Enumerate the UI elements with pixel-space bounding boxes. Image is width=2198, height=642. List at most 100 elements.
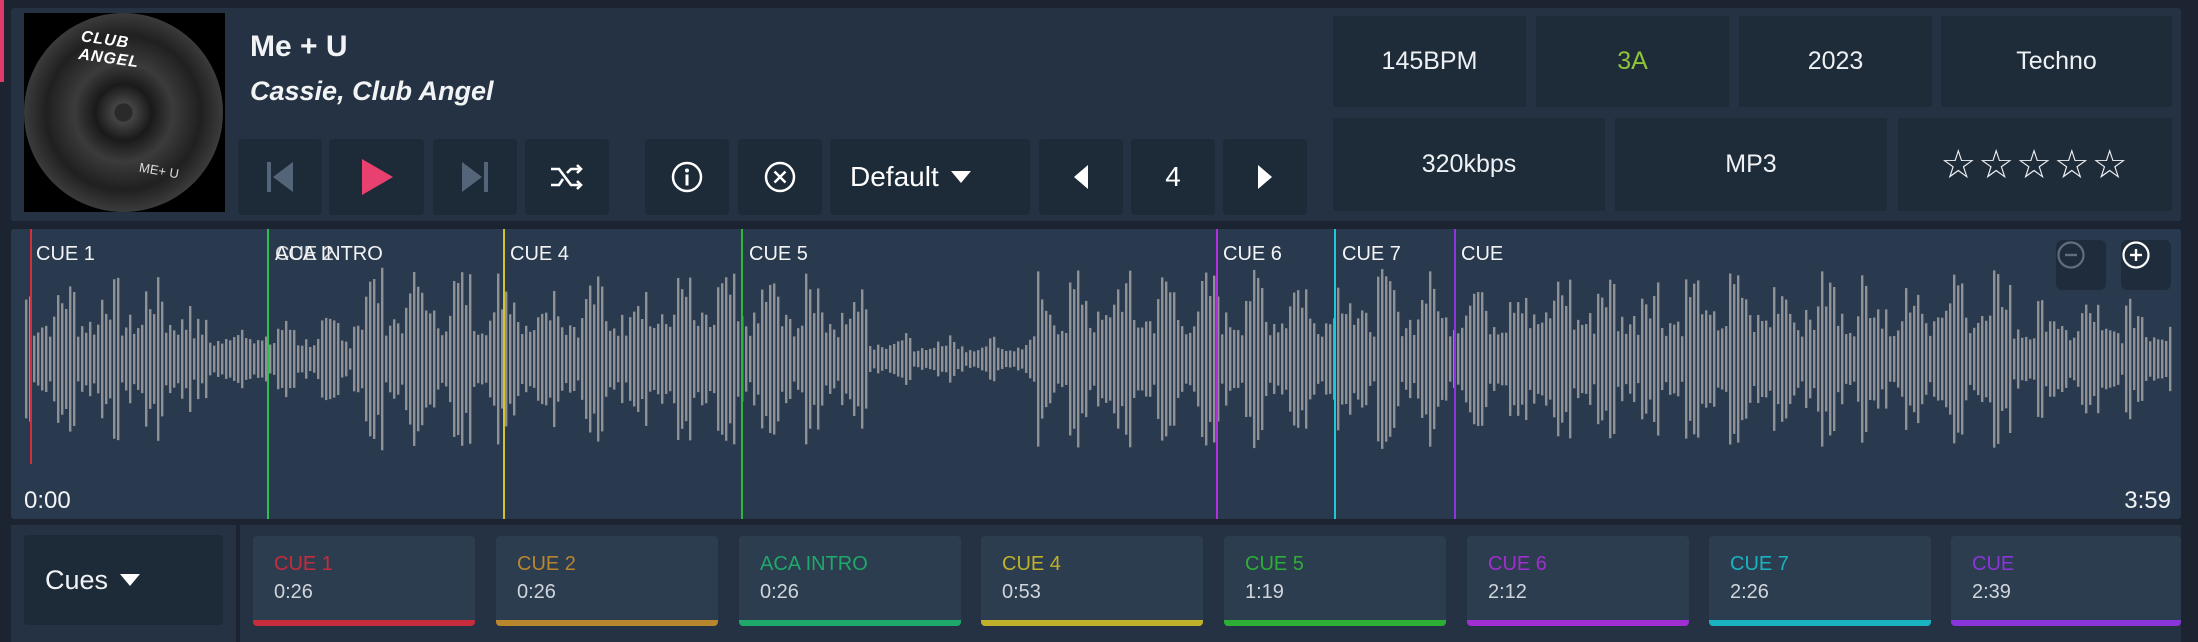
waveform-bar [657, 323, 660, 395]
waveform-bar [1417, 319, 1420, 399]
page-previous-button[interactable] [1039, 139, 1123, 215]
waveform-bar [1049, 314, 1052, 404]
waveform-bar [1517, 302, 1520, 416]
cue-card[interactable]: CUE 5 1:19 [1224, 536, 1446, 626]
waveform-bar [65, 308, 68, 410]
waveform-bar [1993, 270, 1996, 448]
waveform-bar [1309, 318, 1312, 400]
waveform-bar [2049, 321, 2052, 397]
waveform-bar [77, 336, 80, 382]
page-next-button[interactable] [1223, 139, 1307, 215]
cue-card[interactable]: ACA INTRO 0:26 [739, 536, 961, 626]
waveform-bar [1093, 332, 1096, 386]
waveform-bar [1861, 275, 1864, 443]
waveform-bar [881, 347, 884, 371]
waveform-bar [349, 348, 352, 370]
waveform-bar [1221, 334, 1224, 384]
waveform-bar [1421, 300, 1424, 418]
zoom-out-button[interactable] [2056, 240, 2106, 290]
cue-card-time: 2:12 [1488, 581, 1527, 603]
cue-marker-line[interactable] [30, 229, 32, 464]
cue-card[interactable]: CUE 2 0:26 [496, 536, 718, 626]
zoom-in-button[interactable] [2121, 240, 2171, 290]
waveform-bar [821, 312, 824, 406]
waveform-bar [957, 348, 960, 370]
cue-card[interactable]: CUE 4 0:53 [981, 536, 1203, 626]
waveform-bar [121, 335, 124, 383]
waveform-bar [673, 314, 676, 404]
waveform-display[interactable] [11, 229, 2181, 519]
profile-dropdown[interactable]: Default [830, 139, 1030, 215]
waveform-bar [797, 328, 800, 390]
cue-card[interactable]: CUE 6 2:12 [1467, 536, 1689, 626]
waveform-bar [253, 343, 256, 375]
eject-track-button[interactable] [738, 139, 822, 215]
waveform-bar [1829, 282, 1832, 436]
waveform-bar [1337, 287, 1340, 431]
waveform-panel[interactable]: CUE 1 ACA INTRO CUE 2 CUE 4 CUE 5 CUE 6 … [11, 229, 2181, 519]
waveform-bar [909, 338, 912, 380]
cue-card-name: CUE 7 [1730, 553, 1789, 575]
waveform-bar [557, 316, 560, 402]
cue-marker-line[interactable] [1454, 229, 1456, 519]
waveform-bar [181, 319, 184, 399]
cue-marker-line[interactable] [1216, 229, 1218, 519]
waveform-bar [597, 276, 600, 442]
waveform-bar [1689, 297, 1692, 421]
waveform-cue-label: CUE 5 [749, 243, 808, 265]
waveform-bar [1977, 322, 1980, 396]
chevron-left-icon [1074, 165, 1088, 189]
start-time: 0:00 [24, 487, 71, 514]
waveform-bar [2021, 337, 2024, 381]
waveform-bar [1937, 317, 1940, 401]
waveform-bar [37, 332, 40, 386]
cues-dropdown[interactable]: Cues [24, 535, 223, 625]
waveform-bar [1569, 279, 1572, 439]
cue-color-bar [1467, 620, 1689, 626]
waveform-bar [1089, 327, 1092, 391]
waveform-bar [1433, 288, 1436, 430]
waveform-bar [1025, 345, 1028, 373]
cue-marker-line[interactable] [1334, 229, 1336, 519]
rating-stars[interactable]: ☆☆☆☆☆ [1898, 118, 2172, 211]
waveform-bar [769, 284, 772, 434]
bpm-cell: 145BPM [1333, 16, 1526, 107]
profile-dropdown-label: Default [850, 161, 939, 192]
waveform-bar [1729, 273, 1732, 445]
waveform-bar [2073, 337, 2076, 381]
waveform-bar [1017, 347, 1020, 371]
waveform-bar [2153, 337, 2156, 381]
waveform-bar [1549, 318, 1552, 400]
album-artwork: CLUB ANGEL ME+ U [24, 13, 225, 212]
waveform-bar [1249, 301, 1252, 417]
waveform-bar [405, 307, 408, 411]
cue-marker-line[interactable] [741, 229, 743, 519]
waveform-bar [133, 333, 136, 385]
track-info-button[interactable] [645, 139, 729, 215]
waveform-bar [1429, 271, 1432, 447]
waveform-bar [2005, 309, 2008, 409]
shuffle-button[interactable] [525, 139, 609, 215]
cue-card[interactable]: CUE 2:39 [1951, 536, 2181, 626]
next-track-button[interactable] [433, 139, 517, 215]
waveform-bar [149, 309, 152, 409]
waveform-bar [2141, 317, 2144, 401]
waveform-bar [125, 327, 128, 391]
waveform-bar [509, 314, 512, 404]
waveform-bar [833, 329, 836, 389]
waveform-bar [1413, 334, 1416, 384]
cue-card[interactable]: CUE 7 2:26 [1709, 536, 1931, 626]
play-button[interactable] [329, 139, 424, 215]
waveform-bar [1709, 314, 1712, 404]
waveform-bar [1485, 310, 1488, 408]
cue-marker-line[interactable] [503, 229, 505, 519]
cue-marker-line[interactable] [267, 229, 269, 519]
waveform-bar [2109, 330, 2112, 388]
waveform-bar [1641, 298, 1644, 420]
previous-track-button[interactable] [238, 139, 322, 215]
waveform-bar [445, 331, 448, 387]
cue-card[interactable]: CUE 1 0:26 [253, 536, 475, 626]
waveform-bar [2129, 298, 2132, 420]
waveform-bar [2097, 304, 2100, 414]
cue-card-time: 0:26 [517, 581, 556, 603]
